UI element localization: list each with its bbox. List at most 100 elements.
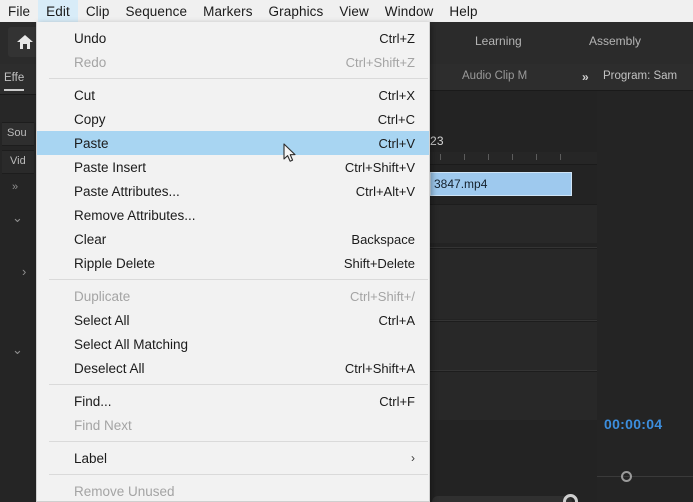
menu-item-label-text: Label <box>74 451 107 466</box>
panel-tab-audio-clip-mixer[interactable]: Audio Clip M <box>462 70 527 82</box>
menu-item-undo[interactable]: Undo Ctrl+Z <box>37 26 429 50</box>
timeline-panel-strip: Audio Clip M » <box>430 64 598 91</box>
menu-separator <box>49 384 428 385</box>
menu-item-label: Select All Matching <box>74 337 188 352</box>
menu-item-accelerator: Shift+Delete <box>344 256 415 271</box>
menu-item-label: Redo <box>74 55 106 70</box>
timeline-panel: 23 3847.mp4 <box>430 64 598 502</box>
timeline-timecode-partial: 23 <box>430 134 444 148</box>
menu-item-label: Remove Unused <box>74 484 175 499</box>
menu-bar: File Edit Clip Sequence Markers Graphics… <box>0 0 693 22</box>
menu-item-paste-insert[interactable]: Paste Insert Ctrl+Shift+V <box>37 155 429 179</box>
ruler-tick <box>440 154 441 160</box>
menu-item-paste[interactable]: Paste Ctrl+V <box>37 131 429 155</box>
menu-item-select-all-matching[interactable]: Select All Matching <box>37 332 429 356</box>
menubar-item-view[interactable]: View <box>331 0 376 22</box>
menu-item-label[interactable]: Label › <box>37 446 429 470</box>
menu-item-accelerator: Ctrl+Shift+V <box>345 160 415 175</box>
menubar-item-markers[interactable]: Markers <box>195 0 260 22</box>
home-icon <box>16 34 34 50</box>
menu-item-cut[interactable]: Cut Ctrl+X <box>37 83 429 107</box>
menu-item-find[interactable]: Find... Ctrl+F <box>37 389 429 413</box>
menubar-item-help[interactable]: Help <box>441 0 485 22</box>
menu-item-remove-unused: Remove Unused <box>37 479 429 502</box>
timeline-track-v2[interactable] <box>430 204 597 243</box>
menu-item-accelerator: Ctrl+Shift+A <box>345 361 415 376</box>
menubar-item-clip[interactable]: Clip <box>78 0 118 22</box>
menu-item-accelerator: Ctrl+F <box>379 394 415 409</box>
workspace-tab-assembly[interactable]: Assembly <box>589 34 641 48</box>
menu-item-label: Duplicate <box>74 289 130 304</box>
timeline-ruler[interactable] <box>430 152 597 165</box>
menu-item-accelerator: Ctrl+V <box>379 136 415 151</box>
menu-item-remove-attributes[interactable]: Remove Attributes... <box>37 203 429 227</box>
menu-item-label: Deselect All <box>74 361 145 376</box>
panel-overflow-icon[interactable]: » <box>582 70 589 84</box>
menu-item-accelerator: Ctrl+X <box>379 88 415 103</box>
menu-item-paste-attributes[interactable]: Paste Attributes... Ctrl+Alt+V <box>37 179 429 203</box>
track-head-video[interactable]: Vid <box>2 150 34 174</box>
timeline-clip-selected[interactable]: 3847.mp4 <box>430 172 572 196</box>
menu-item-label: Undo <box>74 31 106 46</box>
effects-panel-strip: Effe <box>0 64 37 95</box>
menu-item-accelerator: Ctrl+Z <box>379 31 415 46</box>
menu-item-label: Paste Insert <box>74 160 146 175</box>
program-playhead-track[interactable] <box>597 476 693 477</box>
menu-item-label: Select All <box>74 313 130 328</box>
menubar-item-graphics[interactable]: Graphics <box>261 0 332 22</box>
menu-item-label: Paste Attributes... <box>74 184 180 199</box>
timeline-track-a3[interactable] <box>430 371 597 420</box>
track-head-source[interactable]: Sou <box>2 122 34 146</box>
panel-tab-program[interactable]: Program: Sam <box>603 70 677 82</box>
chevron-double-right-icon[interactable]: » <box>12 182 18 193</box>
workspace-tab-learning[interactable]: Learning <box>475 34 522 48</box>
chevron-right-icon-v2[interactable]: › <box>22 265 26 278</box>
menu-item-duplicate: Duplicate Ctrl+Shift+/ <box>37 284 429 308</box>
menu-item-accelerator: Backspace <box>351 232 415 247</box>
menu-item-ripple-delete[interactable]: Ripple Delete Shift+Delete <box>37 251 429 275</box>
menu-item-label: Copy <box>74 112 106 127</box>
menu-item-redo: Redo Ctrl+Shift+Z <box>37 50 429 74</box>
menu-item-clear[interactable]: Clear Backspace <box>37 227 429 251</box>
menu-item-accelerator: Ctrl+A <box>379 313 415 328</box>
ruler-tick <box>536 154 537 160</box>
menubar-item-file[interactable]: File <box>0 0 38 22</box>
menu-item-select-all[interactable]: Select All Ctrl+A <box>37 308 429 332</box>
track-header-column: Sou Vid » ⌄ › ⌄ <box>0 122 36 502</box>
menu-separator <box>49 78 428 79</box>
ruler-tick <box>512 154 513 160</box>
ruler-tick <box>464 154 465 160</box>
track-label-source: Sou <box>7 127 27 139</box>
timeline-clip-label: 3847.mp4 <box>431 177 487 191</box>
menubar-item-edit[interactable]: Edit <box>38 0 78 22</box>
timeline-track-a2[interactable] <box>430 321 597 370</box>
ruler-tick <box>560 154 561 160</box>
menu-item-accelerator: Ctrl+Shift+/ <box>350 289 415 304</box>
menu-item-label: Clear <box>74 232 106 247</box>
menu-item-find-next: Find Next <box>37 413 429 437</box>
menu-separator <box>49 279 428 280</box>
menu-item-label: Cut <box>74 88 95 103</box>
program-playhead-knob[interactable] <box>621 471 632 482</box>
menu-separator <box>49 474 428 475</box>
panel-tab-effects[interactable]: Effe <box>4 72 24 84</box>
menu-item-label: Ripple Delete <box>74 256 155 271</box>
menu-item-deselect-all[interactable]: Deselect All Ctrl+Shift+A <box>37 356 429 380</box>
menu-item-label: Paste <box>74 136 109 151</box>
track-label-video: Vid <box>10 155 26 167</box>
menu-item-copy[interactable]: Copy Ctrl+C <box>37 107 429 131</box>
timeline-track-a1[interactable] <box>430 248 597 319</box>
chevron-right-icon: › <box>411 451 415 465</box>
program-panel-strip: Program: Sam <box>597 64 693 91</box>
timeline-scrollbar[interactable] <box>432 496 572 502</box>
program-timecode[interactable]: 00:00:04 <box>604 416 662 432</box>
menu-item-label: Find... <box>74 394 112 409</box>
menu-item-label: Find Next <box>74 418 132 433</box>
menu-item-accelerator: Ctrl+Alt+V <box>356 184 415 199</box>
chevron-down-icon-v1[interactable]: ⌄ <box>12 211 23 224</box>
chevron-down-icon-a1[interactable]: ⌄ <box>12 343 23 356</box>
menu-separator <box>49 441 428 442</box>
menubar-item-sequence[interactable]: Sequence <box>117 0 195 22</box>
timeline-zoom-knob[interactable] <box>563 494 578 502</box>
menubar-item-window[interactable]: Window <box>377 0 442 22</box>
